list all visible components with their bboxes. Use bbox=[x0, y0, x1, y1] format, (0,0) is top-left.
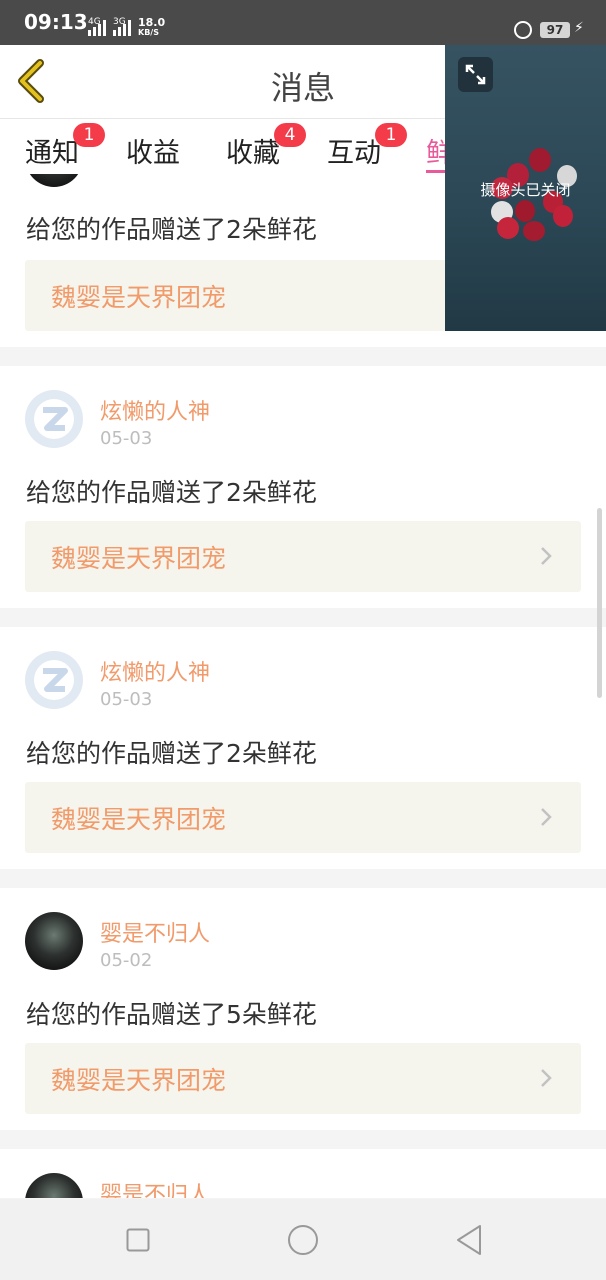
message-date: 05-02 bbox=[100, 950, 153, 971]
message-text: 给您的作品赠送了2朵鲜花 bbox=[26, 215, 317, 244]
battery-icon: 97 bbox=[540, 22, 570, 38]
balloon-decoration bbox=[529, 148, 551, 172]
list-item: 婴是不归人 bbox=[0, 1149, 606, 1198]
message-text: 给您的作品赠送了5朵鲜花 bbox=[26, 1000, 317, 1029]
work-link[interactable]: 魏婴是天界团宠 bbox=[25, 782, 581, 853]
username[interactable]: 炫懒的人神 bbox=[100, 655, 210, 687]
status-time: 09:13 bbox=[24, 10, 88, 34]
tab-notifications[interactable]: 通知 1 bbox=[25, 123, 105, 170]
back-nav-button[interactable] bbox=[455, 1224, 483, 1256]
chevron-right-icon bbox=[541, 808, 552, 826]
camera-preview-window[interactable]: 摄像头已关闭 bbox=[445, 45, 606, 331]
message-date: 05-03 bbox=[100, 428, 153, 449]
avatar[interactable] bbox=[25, 912, 83, 970]
username[interactable]: 炫懒的人神 bbox=[100, 394, 210, 426]
work-link[interactable]: 魏婴是天界团宠 bbox=[25, 521, 581, 592]
home-button[interactable] bbox=[287, 1224, 319, 1256]
list-item: 婴是不归人 05-02 给您的作品赠送了5朵鲜花 魏婴是天界团宠 bbox=[0, 888, 606, 1130]
work-title: 魏婴是天界团宠 bbox=[51, 544, 227, 573]
recent-apps-button[interactable] bbox=[126, 1228, 150, 1252]
active-tab-indicator bbox=[426, 170, 446, 173]
avatar[interactable] bbox=[25, 651, 83, 709]
balloon-decoration bbox=[515, 200, 535, 222]
rotation-lock-icon bbox=[514, 21, 532, 39]
username[interactable]: 婴是不归人 bbox=[100, 1177, 210, 1198]
message-text: 给您的作品赠送了2朵鲜花 bbox=[26, 478, 317, 507]
expand-icon bbox=[465, 64, 486, 85]
work-title: 魏婴是天界团宠 bbox=[51, 805, 227, 834]
list-item: 炫懒的人神 05-03 给您的作品赠送了2朵鲜花 魏婴是天界团宠 bbox=[0, 366, 606, 608]
tab-interactions[interactable]: 互动 1 bbox=[327, 123, 407, 170]
work-title: 魏婴是天界团宠 bbox=[51, 283, 227, 312]
network-speed: 18.0 KB/S bbox=[138, 16, 166, 37]
chevron-right-icon bbox=[541, 1069, 552, 1087]
username[interactable]: 婴是不归人 bbox=[100, 916, 210, 948]
message-text: 给您的作品赠送了2朵鲜花 bbox=[26, 739, 317, 768]
list-item: 炫懒的人神 05-03 给您的作品赠送了2朵鲜花 魏婴是天界团宠 bbox=[0, 627, 606, 869]
camera-status-text: 摄像头已关闭 bbox=[480, 181, 571, 199]
expand-button[interactable] bbox=[458, 57, 493, 92]
balloon-decoration bbox=[553, 205, 573, 227]
unread-badge: 1 bbox=[375, 123, 407, 147]
default-avatar-icon bbox=[34, 399, 74, 439]
status-bar: 09:13 4G 3G 18.0 KB/S 97 ⚡ bbox=[0, 0, 606, 45]
work-title: 魏婴是天界团宠 bbox=[51, 1066, 227, 1095]
system-nav-bar bbox=[0, 1199, 606, 1280]
message-date: 05-03 bbox=[100, 689, 153, 710]
avatar[interactable] bbox=[25, 390, 83, 448]
default-avatar-icon bbox=[34, 660, 74, 700]
work-link[interactable]: 魏婴是天界团宠 bbox=[25, 1043, 581, 1114]
balloon-decoration bbox=[523, 221, 545, 241]
signal-icon bbox=[88, 20, 106, 36]
charging-icon: ⚡ bbox=[574, 20, 584, 36]
avatar[interactable] bbox=[25, 1173, 83, 1198]
tab-earnings[interactable]: 收益 bbox=[126, 131, 180, 170]
scrollbar[interactable] bbox=[597, 508, 602, 698]
signal-icon bbox=[113, 20, 131, 36]
unread-badge: 4 bbox=[274, 123, 306, 147]
avatar[interactable] bbox=[25, 174, 83, 187]
chevron-right-icon bbox=[541, 547, 552, 565]
tab-favorites[interactable]: 收藏 4 bbox=[226, 123, 306, 170]
balloon-decoration bbox=[497, 217, 519, 239]
tab-flowers[interactable]: 鲜花 bbox=[426, 131, 446, 173]
unread-badge: 1 bbox=[73, 123, 105, 147]
